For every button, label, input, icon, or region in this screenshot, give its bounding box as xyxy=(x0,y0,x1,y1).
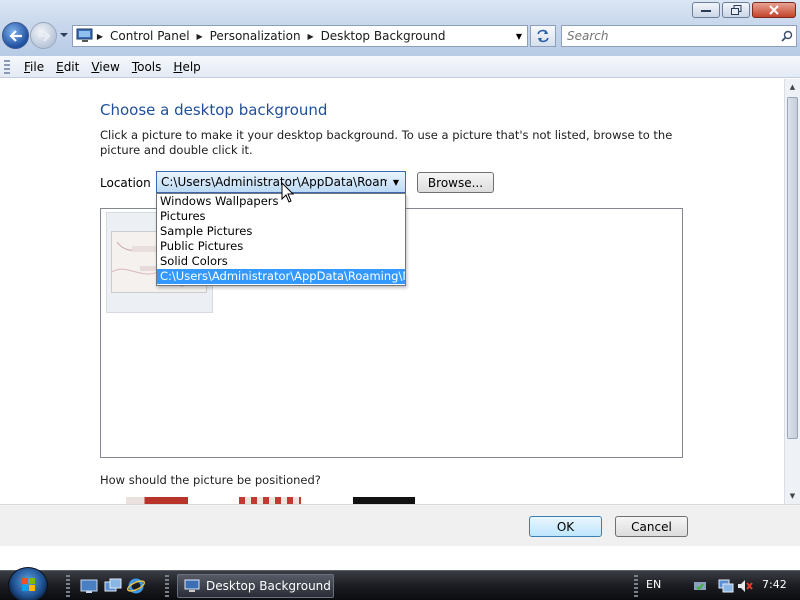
taskbar-item-label: Desktop Background xyxy=(206,579,331,593)
menu-edit[interactable]: Edit xyxy=(50,60,85,74)
menu-edit-label: dit xyxy=(63,59,80,74)
breadcrumb-control-panel[interactable]: Control Panel xyxy=(106,29,194,43)
location-option[interactable]: Public Pictures xyxy=(157,239,405,254)
breadcrumb-personalization[interactable]: Personalization xyxy=(206,29,305,43)
taskbar-grip xyxy=(165,575,169,597)
scroll-down-icon[interactable]: ▼ xyxy=(785,488,800,504)
tray-grip xyxy=(634,575,638,597)
start-button[interactable] xyxy=(8,567,48,600)
menu-help-label: elp xyxy=(182,59,201,74)
scrollbar-thumb[interactable] xyxy=(787,97,798,439)
refresh-icon xyxy=(537,29,549,43)
windows-logo-icon xyxy=(22,578,35,591)
content-area: Choose a desktop background Click a pict… xyxy=(0,79,784,504)
close-button[interactable] xyxy=(752,2,796,18)
arrow-right-icon xyxy=(37,29,51,42)
page-description: Click a picture to make it your desktop … xyxy=(100,128,673,157)
language-indicator[interactable]: EN xyxy=(646,578,661,591)
position-fit-option[interactable] xyxy=(126,497,188,504)
menu-file-label: ile xyxy=(30,59,45,74)
breadcrumb-separator[interactable]: ▶ xyxy=(305,32,317,41)
taskbar: Desktop Background EN 7:42 xyxy=(0,567,800,600)
control-panel-icon xyxy=(76,28,93,42)
title-bar: ▶ Control Panel ▶ Personalization ▶ Desk… xyxy=(0,0,800,56)
ok-button[interactable]: OK xyxy=(529,516,602,537)
restore-icon xyxy=(730,5,741,15)
menu-tools[interactable]: Tools xyxy=(126,60,168,74)
vertical-scrollbar[interactable]: ▲ ▼ xyxy=(784,79,800,504)
page-title: Choose a desktop background xyxy=(100,101,328,119)
breadcrumb-separator[interactable]: ▶ xyxy=(194,32,206,41)
close-icon xyxy=(769,5,779,15)
taskbar-grip xyxy=(66,575,70,597)
menu-file[interactable]: File xyxy=(18,60,50,74)
back-button[interactable] xyxy=(2,22,29,49)
location-select-value: C:\Users\Administrator\AppData\Roaming xyxy=(161,175,387,189)
search-icon[interactable] xyxy=(778,27,796,45)
menu-view-label: iew xyxy=(99,59,120,74)
recent-pages-dropdown-icon[interactable] xyxy=(59,30,69,40)
menu-edit-accel: E xyxy=(56,59,64,74)
location-option-selected[interactable]: C:\Users\Administrator\AppData\Roaming\M… xyxy=(157,269,405,284)
menu-bar: File Edit View Tools Help xyxy=(0,56,800,78)
internet-explorer-icon[interactable] xyxy=(127,577,145,595)
location-label: Location xyxy=(100,176,151,190)
refresh-button[interactable] xyxy=(530,25,556,47)
window-controls xyxy=(692,2,796,18)
menu-help[interactable]: Help xyxy=(167,60,206,74)
position-options xyxy=(0,497,784,504)
cancel-button[interactable]: Cancel xyxy=(615,516,688,537)
location-option[interactable]: Pictures xyxy=(157,209,405,224)
clock[interactable]: 7:42 xyxy=(762,578,787,591)
location-option[interactable]: Sample Pictures xyxy=(157,224,405,239)
minimize-button[interactable] xyxy=(692,2,720,18)
position-tile-option[interactable] xyxy=(239,497,301,504)
search-box[interactable] xyxy=(561,25,797,47)
safely-remove-hardware-icon[interactable] xyxy=(692,578,708,594)
scroll-up-icon[interactable]: ▲ xyxy=(785,79,800,95)
browse-button[interactable]: Browse... xyxy=(417,172,494,193)
search-input[interactable] xyxy=(562,29,778,43)
taskbar-item-desktop-background[interactable]: Desktop Background xyxy=(177,574,334,598)
dialog-footer: OK Cancel xyxy=(0,504,800,546)
address-bar[interactable]: ▶ Control Panel ▶ Personalization ▶ Desk… xyxy=(72,25,528,47)
arrow-left-icon xyxy=(8,29,22,42)
location-dropdown-list[interactable]: Windows Wallpapers Pictures Sample Pictu… xyxy=(156,193,406,286)
address-history-dropdown[interactable]: ▼ xyxy=(511,26,527,46)
position-center-option[interactable] xyxy=(353,497,415,504)
maximize-button[interactable] xyxy=(722,2,750,18)
forward-button[interactable] xyxy=(30,22,57,49)
control-panel-icon xyxy=(184,579,200,592)
switch-windows-icon[interactable] xyxy=(104,577,122,595)
breadcrumb-separator: ▶ xyxy=(96,31,104,41)
mouse-cursor-icon xyxy=(281,182,295,203)
position-question: How should the picture be positioned? xyxy=(100,473,321,487)
chevron-down-icon[interactable]: ▼ xyxy=(387,178,405,187)
toolbar-grip xyxy=(4,59,10,74)
volume-muted-icon[interactable] xyxy=(737,578,753,594)
network-icon[interactable] xyxy=(718,578,734,594)
location-option[interactable]: Solid Colors xyxy=(157,254,405,269)
menu-view[interactable]: View xyxy=(85,60,125,74)
minimize-icon xyxy=(701,10,711,12)
breadcrumb-desktop-background[interactable]: Desktop Background xyxy=(317,29,450,43)
show-desktop-icon[interactable] xyxy=(80,577,98,595)
menu-tools-label: ools xyxy=(137,59,162,74)
